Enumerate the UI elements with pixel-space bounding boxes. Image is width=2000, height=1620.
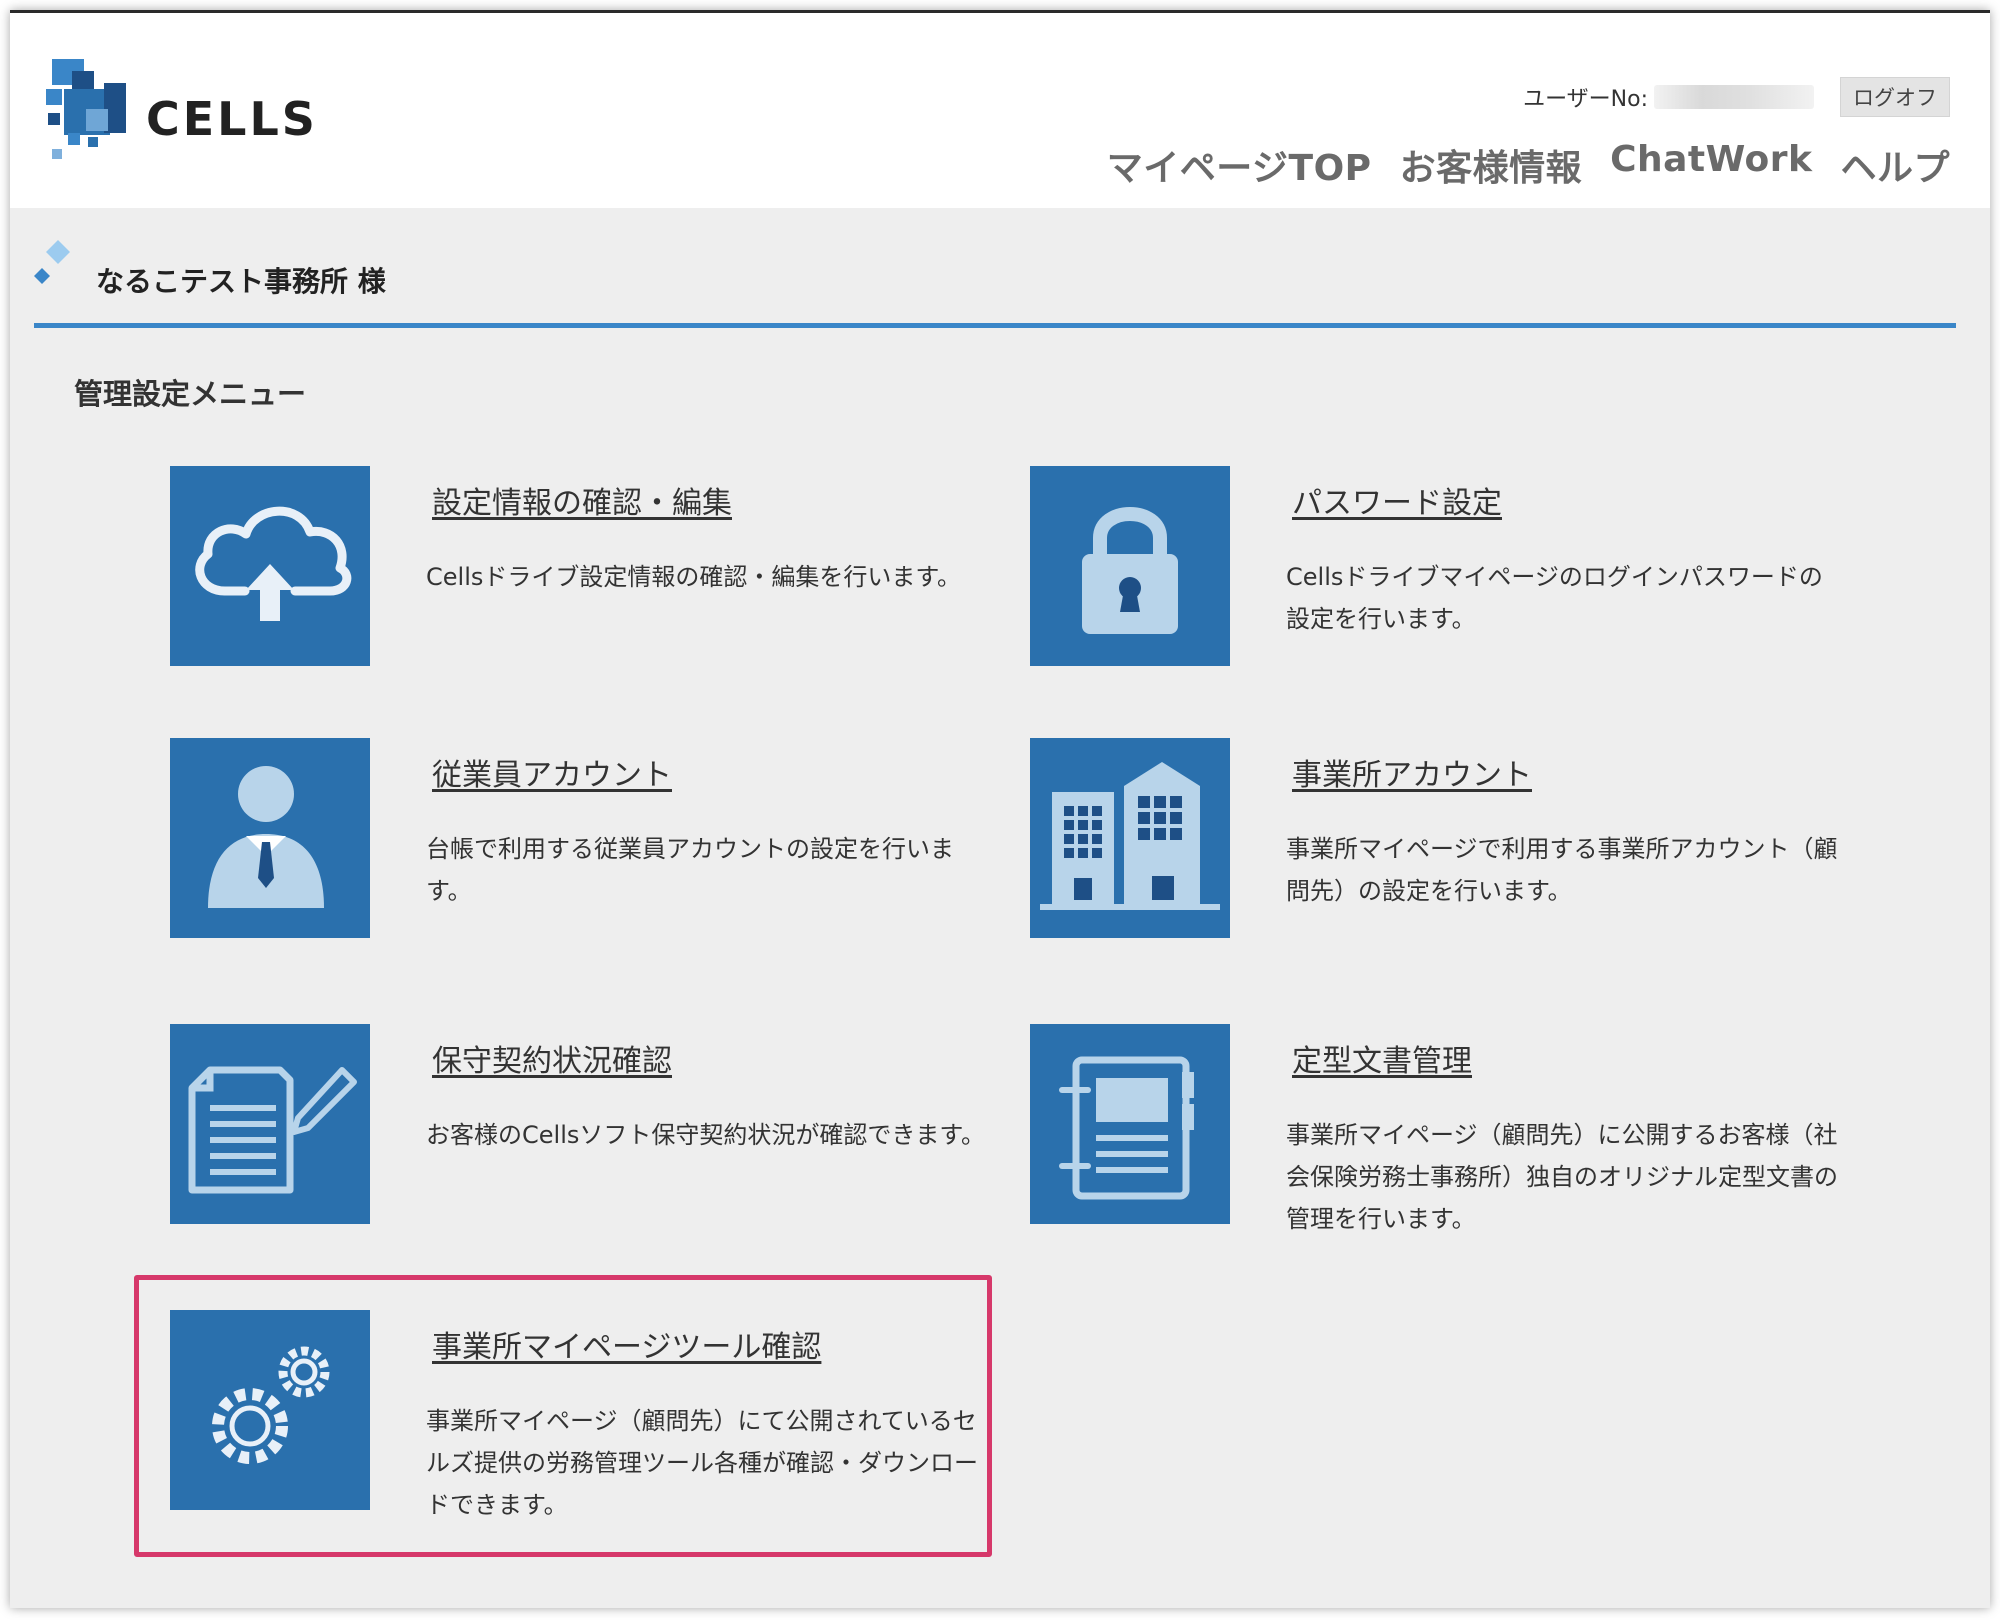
nav-help[interactable]: ヘルプ: [1840, 139, 1950, 191]
menu-card-maintenance-contract: 保守契約状況確認 お客様のCellsソフト保守契約状況が確認できます。: [170, 1024, 990, 1244]
logo-wordmark: CELLS: [146, 92, 318, 146]
menu-desc: お客様のCellsソフト保守契約状況が確認できます。: [426, 1121, 985, 1149]
section-title: 管理設定メニュー: [74, 377, 307, 411]
office-header: なるこテスト事務所 様: [34, 228, 1956, 328]
menu-tile[interactable]: [1030, 1024, 1230, 1224]
nav-mypage-top[interactable]: マイページTOP: [1107, 139, 1372, 191]
header: CELLS ユーザーNo: ログオフ マイページTOP お客様情報 ChatWo…: [10, 13, 1990, 208]
user-number-label: ユーザーNo:: [1523, 87, 1648, 112]
cells-logo[interactable]: CELLS: [46, 59, 376, 169]
menu-link-settings-edit[interactable]: 設定情報の確認・編集: [432, 478, 732, 522]
notebook-icon: [1059, 1056, 1194, 1200]
menu-desc: Cellsドライブ設定情報の確認・編集を行います。: [426, 563, 961, 591]
menu-desc: 台帳で利用する従業員アカウントの設定を行います。: [426, 835, 954, 905]
menu-desc: 事業所マイページ（顧問先）に公開するお客様（社会保険労務士事務所）独自のオリジナ…: [1286, 1121, 1838, 1233]
menu-card-office-account: 事業所アカウント 事業所マイページで利用する事業所アカウント（顧問先）の設定を行…: [1030, 738, 1850, 958]
user-area: ユーザーNo: ログオフ: [1523, 77, 1950, 117]
logoff-button[interactable]: ログオフ: [1840, 77, 1950, 117]
menu-card-template-documents: 定型文書管理 事業所マイページ（顧問先）に公開するお客様（社会保険労務士事務所）…: [1030, 1024, 1850, 1244]
office-name: なるこテスト事務所 様: [96, 265, 386, 298]
user-number-value-redacted: [1654, 85, 1814, 109]
employee-icon: [208, 766, 324, 908]
menu-tile[interactable]: [1030, 466, 1230, 666]
menu-tile[interactable]: [170, 466, 370, 666]
diamond-bullet-icon: [34, 240, 70, 284]
menu-card-employee-account: 従業員アカウント 台帳で利用する従業員アカウントの設定を行います。: [170, 738, 990, 958]
menu-tile[interactable]: [170, 1024, 370, 1224]
nav-customer-info[interactable]: お客様情報: [1400, 139, 1583, 191]
menu-desc: Cellsドライブマイページのログインパスワードの設定を行います。: [1286, 563, 1823, 633]
menu-link-template-documents[interactable]: 定型文書管理: [1292, 1036, 1472, 1080]
menu-link-password[interactable]: パスワード設定: [1292, 478, 1502, 522]
main-nav: マイページTOP お客様情報 ChatWork ヘルプ: [1107, 139, 1950, 191]
highlight-frame: [134, 1275, 992, 1557]
menu-desc: 事業所マイページで利用する事業所アカウント（顧問先）の設定を行います。: [1286, 835, 1838, 905]
menu-link-employee-account[interactable]: 従業員アカウント: [432, 750, 672, 794]
building-icon: [1040, 762, 1220, 910]
menu-tile[interactable]: [1030, 738, 1230, 938]
app-window: CELLS ユーザーNo: ログオフ マイページTOP お客様情報 ChatWo…: [10, 10, 1990, 1608]
menu-link-office-account[interactable]: 事業所アカウント: [1292, 750, 1532, 794]
menu-link-maintenance-contract[interactable]: 保守契約状況確認: [432, 1036, 672, 1080]
document-pen-icon: [188, 1066, 357, 1194]
menu-card-settings: 設定情報の確認・編集 Cellsドライブ設定情報の確認・編集を行います。: [170, 466, 990, 686]
lock-icon: [1082, 507, 1178, 634]
menu-tile[interactable]: [170, 738, 370, 938]
cloud-upload-icon: [195, 506, 352, 621]
nav-chatwork[interactable]: ChatWork: [1610, 139, 1812, 191]
menu-card-password: パスワード設定 Cellsドライブマイページのログインパスワードの設定を行います…: [1030, 466, 1850, 686]
